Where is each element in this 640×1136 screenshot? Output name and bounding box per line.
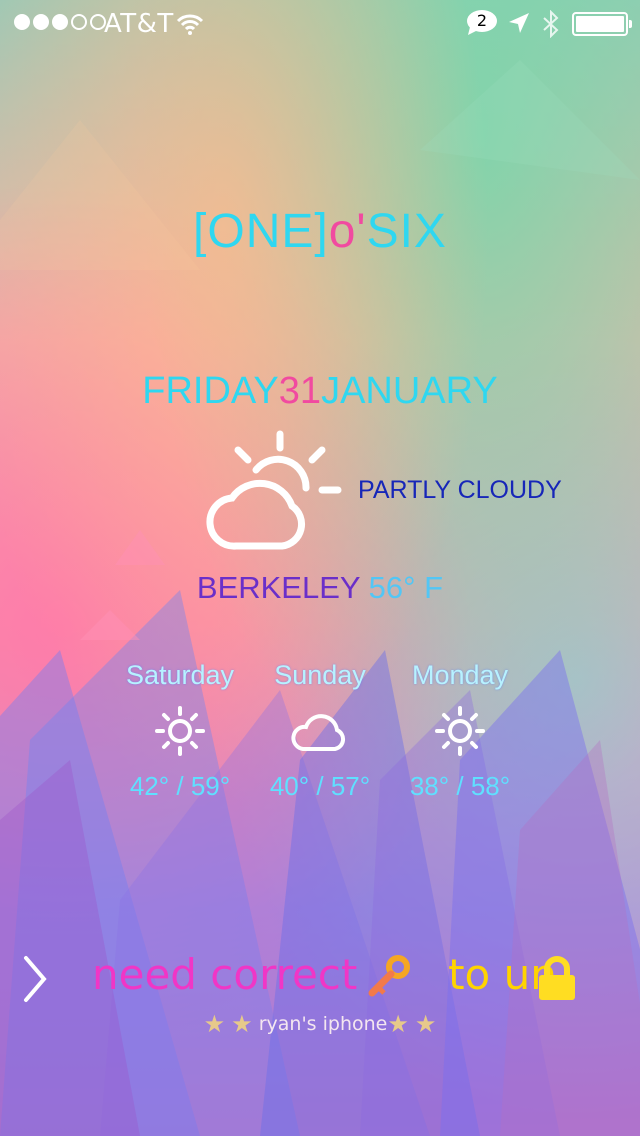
carrier-label: AT&T [104,9,174,39]
forecast-low: 38° [409,771,450,801]
forecast-high: / 59° [176,771,231,801]
key-icon [368,955,410,997]
forecast-temps: 40° / 57° [245,771,395,802]
current-temperature: 56° [368,570,416,605]
weather-location-temp: BERKELEY 56° F [0,570,640,606]
city-name: BERKELEY [196,570,361,605]
forecast-high: / 57° [316,771,371,801]
notification-badge: 2 [466,9,498,35]
signal-dot [33,14,49,30]
forecast-high: / 58° [456,771,511,801]
forecast-low: 40° [269,771,310,801]
signal-dot [52,14,68,30]
notification-count: 2 [476,11,488,30]
forecast-day: Monday 38° / 58° [385,660,535,802]
unlock-hint-text: need correct to un [92,950,557,999]
star-icon: ★ [414,1010,437,1038]
status-bar: AT&T 2 [0,0,640,50]
chevron-right-icon[interactable] [22,954,48,1004]
battery-icon [572,12,632,36]
signal-dot [14,14,30,30]
signal-strength-indicator [14,14,106,30]
forecast-day: Saturday 42° / 59° [105,660,255,802]
sun-icon [155,706,205,756]
date-month: JANUARY [321,370,498,412]
time-part-oclock: o' [328,205,367,258]
forecast-low: 42° [129,771,170,801]
time-part-one: [ONE] [193,205,329,258]
battery-fill [576,16,624,32]
star-icon: ★ [203,1010,226,1038]
signal-dot [71,14,87,30]
forecast-temps: 38° / 58° [385,771,535,802]
slide-to-unlock[interactable]: need correct to un [22,948,622,1008]
date-weekday: FRIDAY [142,370,279,412]
star-icon: ★ [231,1010,253,1038]
owner-name: ryan's iphone [258,1013,388,1035]
location-arrow-icon [509,13,529,33]
forecast-temps: 42° / 59° [105,771,255,802]
lockscreen-time: [ONE]o'SIX [0,204,640,259]
date-day: 31 [278,370,322,412]
star-icon: ★ [387,1010,409,1038]
wifi-icon [176,14,204,35]
lockscreen-date: FRIDAY31JANUARY [0,370,640,413]
lock-icon [539,956,575,1000]
partly-cloudy-icon [206,430,342,550]
forecast-day-label: Saturday [125,660,235,690]
sun-icon [435,706,485,756]
temperature-unit: F [424,570,444,605]
cloud-icon [291,714,346,751]
bluetooth-icon [543,10,559,38]
forecast-day: Sunday 40° / 57° [245,660,395,802]
forecast-day-label: Sunday [274,660,366,690]
unlock-hint-main: need correct [92,950,358,999]
device-owner-label: ★ ★ ryan's iphone★ ★ [0,1010,640,1038]
forecast-day-label: Monday [411,660,509,690]
time-part-six: SIX [366,205,447,258]
weather-condition: PARTLY CLOUDY [358,476,562,504]
